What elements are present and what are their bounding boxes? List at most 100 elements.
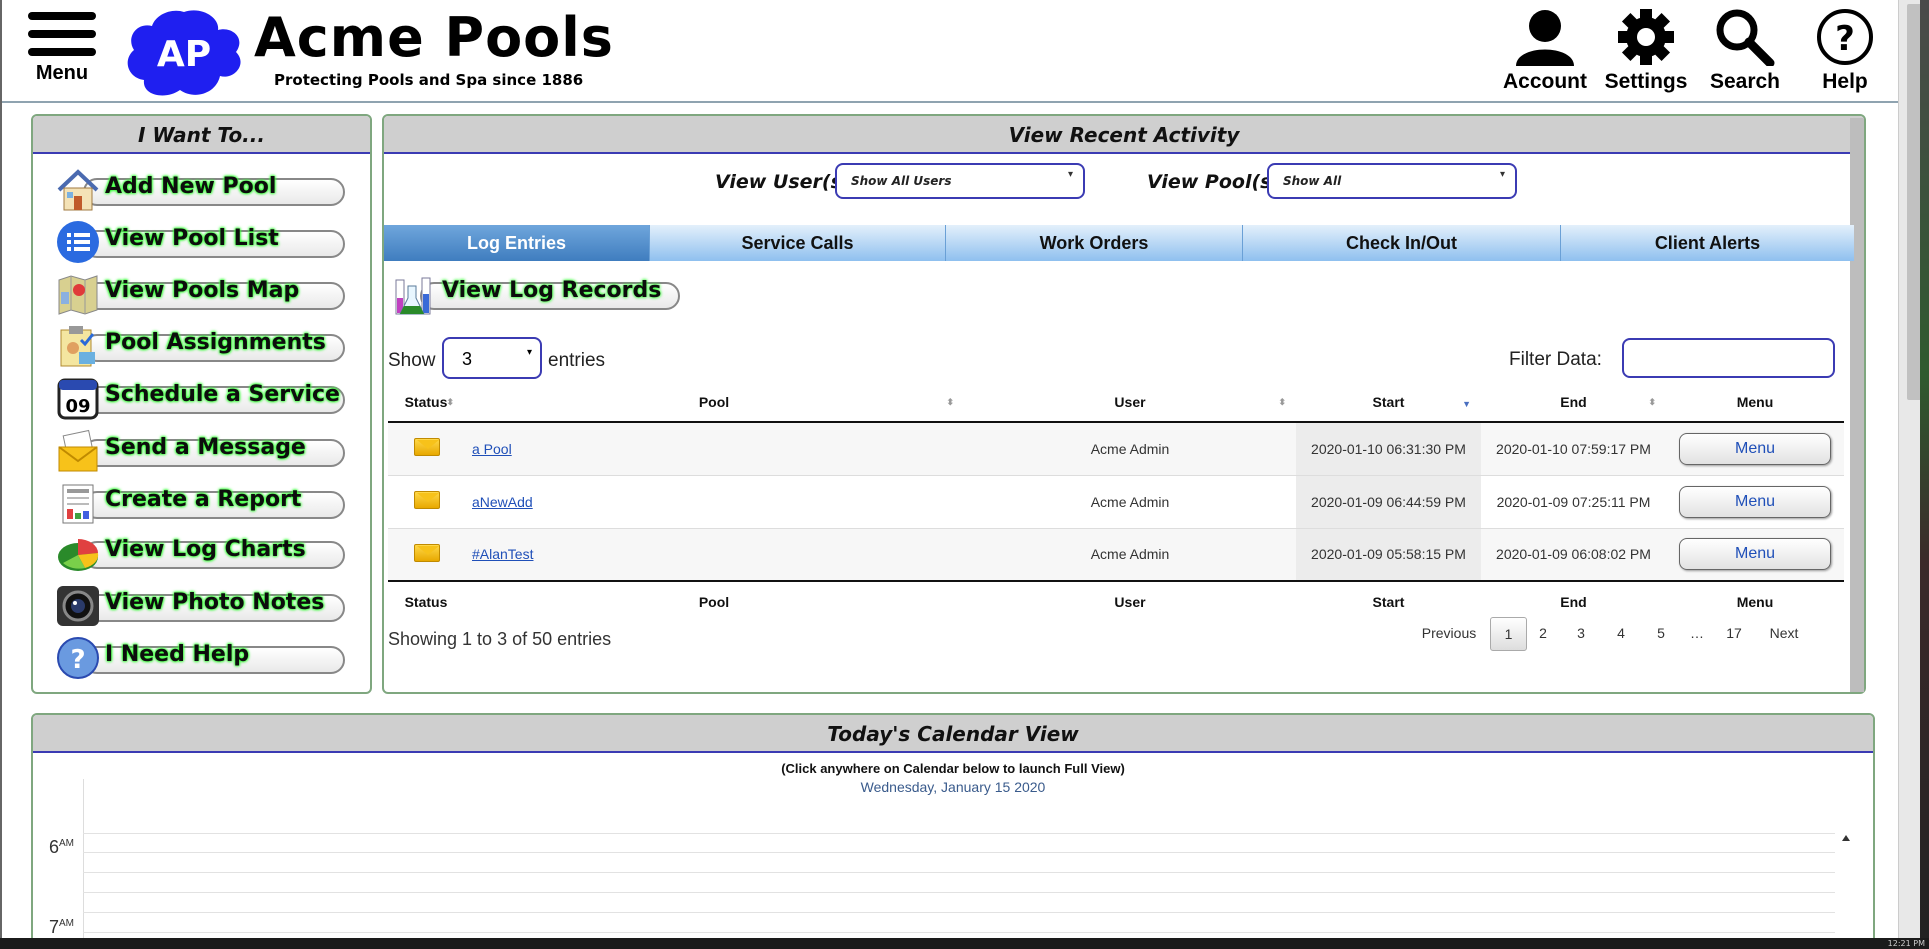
start-cell: 2020-01-09 06:44:59 PM (1296, 475, 1481, 529)
pager-page[interactable]: 3 (1566, 617, 1596, 651)
envelope-icon[interactable] (414, 491, 440, 509)
pool-cell: a Pool (464, 422, 964, 476)
col-header-user[interactable]: User ⬍ (964, 383, 1296, 423)
col-header-label: End (1560, 394, 1587, 410)
desktop-background (1920, 0, 1929, 938)
tab-log-entries[interactable]: Log Entries (384, 225, 650, 261)
col-header-pool[interactable]: Pool ⬍ (464, 383, 964, 423)
user-filter-value: Show All Users (851, 174, 952, 188)
log-entries-table: Status ⬍ Pool ⬍ User ⬍ Start ▼ End ⬍ Menu a P… (388, 383, 1844, 621)
gear-icon (1618, 9, 1674, 65)
view-log-records-button[interactable]: View Log Records (392, 274, 682, 318)
show-label: Show (388, 350, 436, 371)
filter-data-input[interactable] (1622, 338, 1835, 378)
pool-filter-select[interactable]: Show All ▾ (1267, 163, 1517, 199)
pager-page[interactable]: 1 (1490, 617, 1527, 651)
action-i-need-help[interactable]: ? I Need Help (55, 636, 347, 679)
help-label: Help (1822, 70, 1868, 93)
i-want-to-title: I Want To... (33, 116, 370, 154)
taskbar-clock: 12:21 PM (1887, 939, 1925, 948)
action-add-new-pool[interactable]: Add New Pool (55, 168, 347, 211)
calendar-slot-line (83, 833, 1835, 834)
chevron-down-icon: ▾ (526, 347, 532, 358)
tab-client-alerts[interactable]: Client Alerts (1561, 225, 1854, 261)
col-header-label: Status (404, 394, 448, 410)
col-footer-menu: Menu (1666, 580, 1844, 621)
panel-scrollbar[interactable] (1850, 118, 1864, 692)
sort-icon: ⬍ (1278, 397, 1286, 407)
pool-link[interactable]: aNewAdd (472, 494, 533, 510)
user-filter-select[interactable]: Show All Users ▾ (835, 163, 1085, 199)
pager-page[interactable]: 2 (1528, 617, 1558, 651)
app-page: Menu AP Acme Pools Protecting Pools and … (0, 0, 1898, 938)
entries-per-page-select[interactable]: 3 ▾ (442, 337, 542, 379)
action-view-pools-map[interactable]: View Pools Map (55, 272, 347, 315)
end-cell: 2020-01-09 07:25:11 PM (1481, 475, 1666, 529)
action-view-photo-notes[interactable]: View Photo Notes (55, 584, 347, 626)
entries-label: entries (548, 350, 606, 371)
action-view-log-charts[interactable]: View Log Charts (55, 531, 347, 573)
pool-filter-value: Show All (1283, 174, 1342, 188)
col-header-label: User (1114, 394, 1146, 410)
col-header-label: Pool (698, 394, 730, 410)
action-label: View Log Charts (105, 537, 306, 562)
calendar-slot-line (83, 912, 1835, 913)
pager-next[interactable]: Next (1758, 617, 1810, 651)
tab-service-calls[interactable]: Service Calls (650, 225, 946, 261)
table-footer-row: Status Pool User Start End Menu (388, 580, 1844, 621)
pager-page[interactable]: 4 (1606, 617, 1636, 651)
hamburger-icon (28, 12, 96, 20)
envelope-icon (55, 429, 101, 473)
hour-number: 6 (49, 837, 60, 857)
col-header-start[interactable]: Start ▼ (1296, 383, 1481, 423)
hamburger-icon-bar (28, 30, 96, 38)
status-cell (388, 422, 464, 476)
col-header-end[interactable]: End ⬍ (1481, 383, 1666, 423)
pool-cell: #AlanTest (464, 528, 964, 582)
clipboard-icon (55, 324, 101, 368)
recent-activity-title: View Recent Activity (384, 116, 1864, 154)
activity-tabs: Log Entries Service Calls Work Orders Ch… (384, 225, 1854, 261)
brand-name: Acme Pools (254, 6, 614, 69)
status-cell (388, 528, 464, 582)
pager-page[interactable]: 17 (1714, 617, 1754, 651)
tab-check-in-out[interactable]: Check In/Out (1243, 225, 1561, 261)
action-schedule-a-service[interactable]: 09 Schedule a Service (55, 376, 347, 420)
status-cell (388, 475, 464, 529)
pool-link[interactable]: a Pool (472, 441, 512, 457)
action-create-a-report[interactable]: Create a Report (55, 481, 347, 524)
chevron-down-icon: ▾ (1067, 169, 1073, 180)
envelope-icon[interactable] (414, 438, 440, 457)
action-label: Send a Message (105, 435, 306, 460)
calendar-hour-label: 7AM (49, 917, 74, 938)
tab-work-orders[interactable]: Work Orders (946, 225, 1243, 261)
pool-link[interactable]: #AlanTest (472, 546, 533, 562)
calendar-scroll-up-icon[interactable] (1842, 835, 1850, 841)
svg-text:09: 09 (65, 396, 90, 417)
row-menu-button[interactable]: Menu (1679, 485, 1831, 518)
pager-page[interactable]: 5 (1646, 617, 1676, 651)
row-menu-button[interactable]: Menu (1679, 538, 1831, 571)
sort-icon: ⬍ (1648, 397, 1656, 407)
calendar-panel[interactable]: Today's Calendar View (Click anywhere on… (31, 713, 1875, 938)
search-icon (1716, 9, 1775, 66)
start-cell: 2020-01-10 06:31:30 PM (1296, 422, 1481, 476)
action-view-pool-list[interactable]: View Pool List (55, 220, 347, 263)
brand-tagline: Protecting Pools and Spa since 1886 (274, 71, 584, 89)
table-row: a Pool Acme Admin 2020-01-10 06:31:30 PM 20… (388, 422, 1844, 476)
action-label: Pool Assignments (105, 330, 326, 355)
sort-icon: ⬍ (946, 397, 954, 407)
col-header-status[interactable]: Status ⬍ (388, 383, 464, 423)
row-menu-button[interactable]: Menu (1679, 432, 1831, 465)
calendar-day-grid[interactable] (83, 779, 1835, 938)
help-button[interactable]: ? Help (1785, 8, 1898, 94)
hamburger-menu-button[interactable]: Menu (26, 12, 98, 85)
pager-previous[interactable]: Previous (1418, 617, 1480, 651)
action-send-a-message[interactable]: Send a Message (55, 429, 347, 473)
action-pool-assignments[interactable]: Pool Assignments (55, 324, 347, 368)
i-want-to-panel: I Want To... Add New Pool View Pool List V… (31, 114, 372, 694)
acme-pools-logo: AP (127, 10, 241, 96)
col-header-menu: Menu (1666, 383, 1844, 423)
start-cell: 2020-01-09 05:58:15 PM (1296, 528, 1481, 582)
envelope-icon[interactable] (414, 543, 440, 562)
